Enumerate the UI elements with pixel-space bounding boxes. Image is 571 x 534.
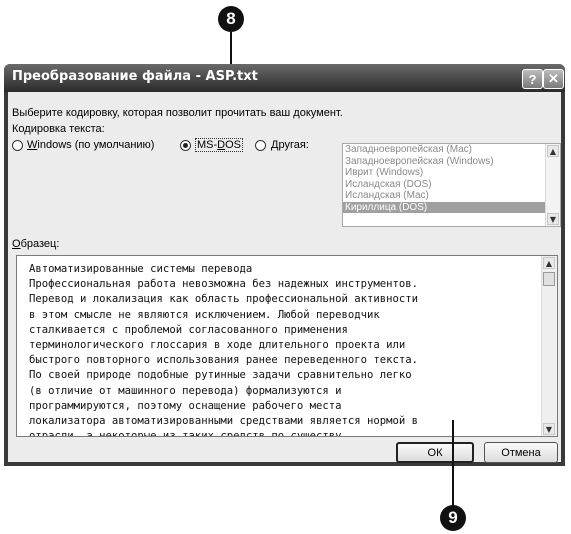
sample-text-line: быстрого повторного использования ранее … xyxy=(29,354,419,367)
sample-text-line: отрасли, а некоторые из таких средств по… xyxy=(29,430,342,437)
sample-text-line: (в отличие от машинного перевода) формал… xyxy=(29,384,342,397)
encoding-list-item[interactable]: Иврит (Windows) xyxy=(343,167,548,179)
callout-8: 8 xyxy=(218,6,244,32)
close-button[interactable]: ✕ xyxy=(543,69,564,89)
encoding-list[interactable]: Западноевропейская (Mac) Западноевропейск… xyxy=(343,144,560,213)
encoding-list-scrollbar[interactable]: ▲ ▼ xyxy=(545,144,560,226)
sample-text-line: Перевод и локализация как область профес… xyxy=(29,293,419,306)
sample-text-line: сталкивается с проблемой согласованного … xyxy=(29,323,348,336)
sample-text-line: в этом смысле не являются исключением. Л… xyxy=(29,308,380,321)
sample-preview[interactable]: Автоматизированные системы перевода Профе… xyxy=(16,255,558,437)
sample-text-line: программируются, поэтому оснащение рабоч… xyxy=(29,399,342,412)
scroll-thumb[interactable] xyxy=(543,272,555,286)
scroll-up-icon[interactable]: ▲ xyxy=(543,257,555,269)
sample-text-line: терминологического глоссария в ходе длит… xyxy=(29,339,406,352)
encoding-list-item[interactable]: Западноевропейская (Mac) xyxy=(343,144,548,156)
dialog-title: Преобразование файла - ASP.txt xyxy=(12,69,258,84)
cancel-button[interactable]: Отмена xyxy=(484,442,558,463)
scroll-down-icon[interactable]: ▼ xyxy=(547,213,559,225)
title-bar[interactable]: Преобразование файла - ASP.txt ? ✕ xyxy=(4,64,565,92)
radio-msdos-label[interactable]: MS-DOS xyxy=(195,138,244,152)
sample-label: Образец: xyxy=(12,238,60,250)
radio-windows-circle[interactable] xyxy=(12,140,23,151)
encoding-list-item[interactable]: Исландская (DOS) xyxy=(343,179,548,191)
callout-9-pointer xyxy=(452,420,454,510)
encoding-list-item[interactable]: Западноевропейская (Windows) xyxy=(343,156,548,168)
file-conversion-dialog: Преобразование файла - ASP.txt ? ✕ Выбер… xyxy=(4,64,565,466)
sample-text-line: По своей природе подобные рутинные задач… xyxy=(29,369,412,382)
encoding-listbox[interactable]: Западноевропейская (Mac) Западноевропейск… xyxy=(342,143,561,227)
encoding-list-item[interactable]: Исландская (Mac) xyxy=(343,190,548,202)
sample-text-line: Профессиональная работа невозможна без н… xyxy=(29,278,419,291)
ok-button[interactable]: ОК xyxy=(396,442,474,463)
radio-msdos-circle[interactable] xyxy=(180,140,191,151)
radio-other-circle[interactable] xyxy=(255,140,266,151)
sample-text-line: Автоматизированные системы перевода xyxy=(29,263,253,275)
scroll-down-icon[interactable]: ▼ xyxy=(543,423,555,435)
sample-scrollbar[interactable]: ▲ ▼ xyxy=(541,256,557,436)
help-button[interactable]: ? xyxy=(522,69,543,89)
sample-text: Автоматизированные системы перевода Профе… xyxy=(29,262,419,437)
dialog-body: Выберите кодировку, которая позволит про… xyxy=(8,92,561,463)
radio-other-label[interactable]: Другая: xyxy=(271,139,309,151)
radio-windows-label[interactable]: Windows (по умолчанию) xyxy=(27,139,154,151)
encoding-label: Кодировка текста: xyxy=(12,123,105,135)
instruction-text: Выберите кодировку, которая позволит про… xyxy=(12,107,343,119)
encoding-list-item[interactable]: Кириллица (DOS) xyxy=(343,201,548,213)
sample-text-line: локализатора автоматизированными средств… xyxy=(29,415,419,428)
scroll-up-icon[interactable]: ▲ xyxy=(547,145,559,157)
callout-9: 9 xyxy=(440,505,466,531)
